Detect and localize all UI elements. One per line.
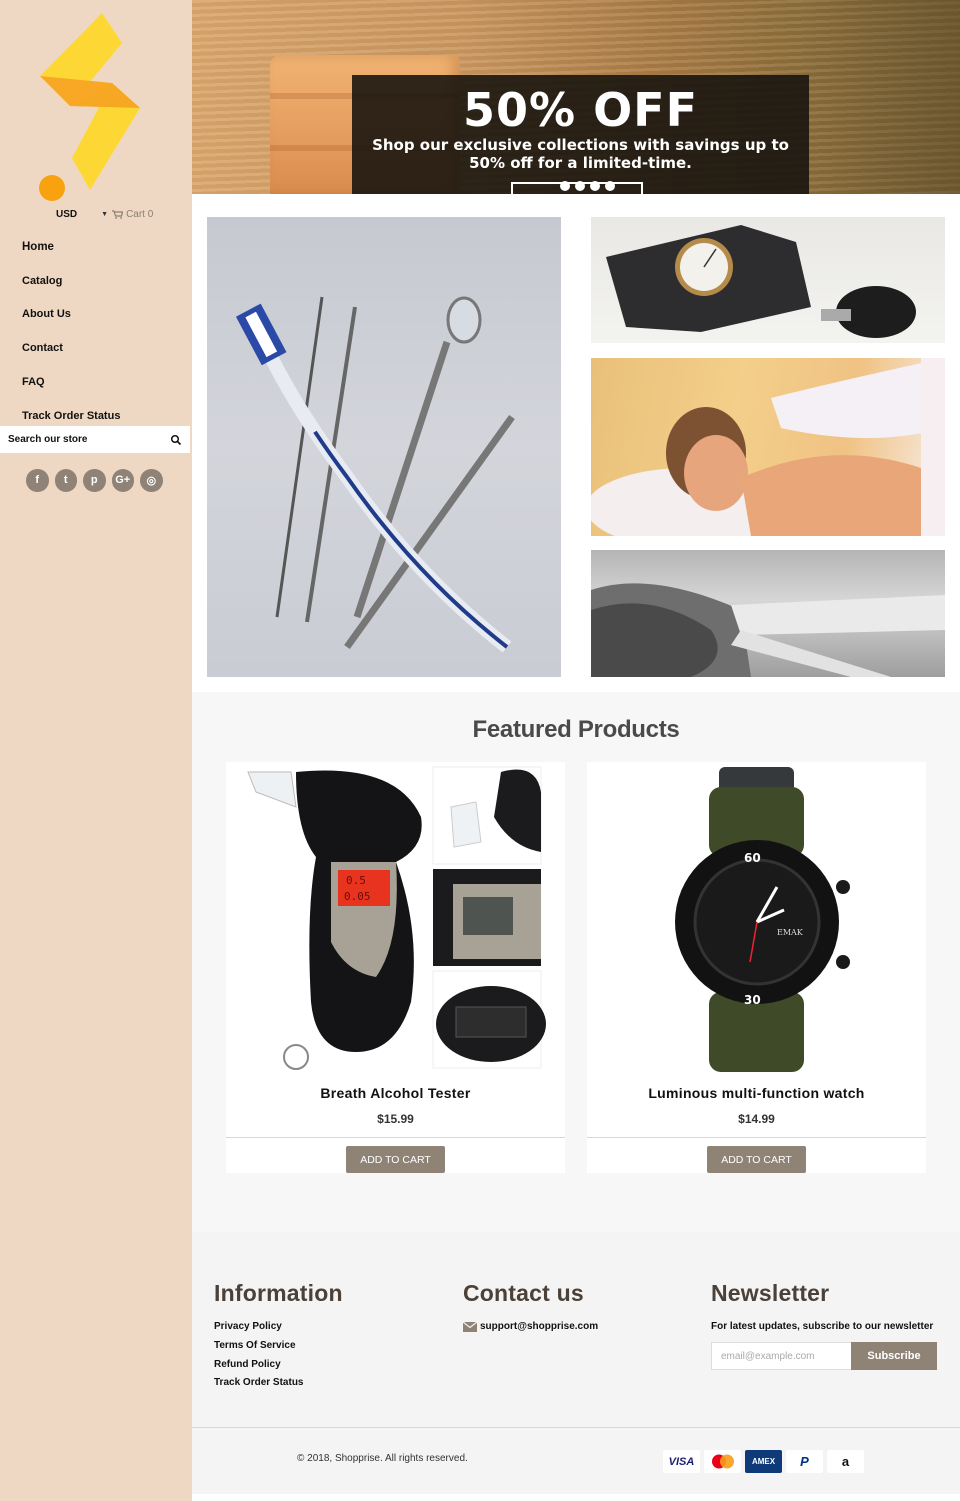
nav-item-faq[interactable]: FAQ (22, 365, 120, 399)
massage-image (591, 358, 945, 536)
envelope-icon (463, 1321, 477, 1332)
footer-heading: Contact us (463, 1280, 584, 1306)
promo-headline: 50% OFF (462, 83, 699, 137)
social-links: f t p G+ ◎ (26, 469, 163, 492)
collage-tile-dental[interactable] (207, 217, 561, 677)
main-nav: Home Catalog About Us Contact FAQ Track … (22, 230, 120, 433)
featured-products: Featured Products 0.5 0.05 Breath Alcoho… (192, 692, 960, 1232)
nav-item-catalog[interactable]: Catalog (22, 264, 120, 298)
amex-icon: AMEX (745, 1450, 782, 1473)
section-title: Featured Products (472, 716, 680, 743)
divider (226, 1137, 565, 1138)
search-input[interactable] (8, 434, 170, 445)
hero-banner[interactable]: 50% OFF Shop our exclusive collections w… (192, 0, 960, 194)
nav-item-home[interactable]: Home (22, 230, 120, 264)
product-price: $15.99 (377, 1112, 414, 1126)
nav-item-about-us[interactable]: About Us (22, 298, 120, 332)
hero-shadow (800, 0, 960, 194)
currency-selector[interactable]: USD (56, 209, 77, 220)
product-image-breathalyzer[interactable]: 0.5 0.05 (226, 762, 565, 1074)
footer-bottom-bar: © 2018, Shopprise. All rights reserved. … (192, 1428, 960, 1494)
product-title[interactable]: Luminous multi-function watch (587, 1085, 926, 1101)
footer-heading: Newsletter (711, 1280, 830, 1306)
add-to-cart-button[interactable]: ADD TO CART (346, 1146, 445, 1173)
product-card: 0.5 0.05 Breath Alcohol Tester $15.99 AD… (226, 762, 565, 1173)
cart-count: Cart 0 (126, 209, 154, 220)
newsletter-form: Subscribe (711, 1342, 937, 1370)
dental-tools-image (235, 296, 515, 653)
amazon-pay-icon: a (827, 1450, 864, 1473)
search-bar (0, 426, 190, 453)
mastercard-icon (704, 1450, 741, 1473)
svg-text:30: 30 (744, 993, 761, 1007)
cart-link[interactable]: Cart 0 (112, 209, 153, 220)
store-logo-icon (39, 13, 140, 201)
slider-dot[interactable] (605, 181, 615, 191)
footer-heading: Information (214, 1280, 343, 1306)
instagram-icon[interactable]: ◎ (140, 469, 163, 492)
slider-dot[interactable] (575, 181, 585, 191)
copyright: © 2018, Shopprise. All rights reserved. (297, 1453, 468, 1464)
slider-dot[interactable] (560, 181, 570, 191)
footer-contact: Contact us support@shopprise.com (463, 1280, 598, 1332)
google-plus-icon[interactable]: G+ (111, 469, 134, 492)
product-card: 60 30 EMAK Luminous multi-function watch… (587, 762, 926, 1173)
cart-icon (112, 210, 124, 219)
collage-tile-blood-pressure[interactable] (591, 217, 945, 343)
currency-cart-row: USD ▼ Cart 0 (56, 209, 153, 220)
footer-link-privacy[interactable]: Privacy Policy (214, 1321, 343, 1340)
watch-image: 60 30 EMAK (675, 767, 850, 1072)
footer: Information Privacy Policy Terms Of Serv… (192, 1232, 960, 1428)
breathalyzer-image: 0.5 0.05 (247, 766, 546, 1070)
paypal-icon: P (786, 1450, 823, 1473)
search-icon[interactable] (170, 434, 182, 446)
sidebar: USD ▼ Cart 0 Home Catalog About Us Conta… (0, 0, 192, 1501)
promo-subtext: Shop our exclusive collections with savi… (372, 136, 789, 172)
newsletter-email-input[interactable] (711, 1342, 851, 1370)
product-image-watch[interactable]: 60 30 EMAK (587, 762, 926, 1074)
slider-dot[interactable] (590, 181, 600, 191)
subscribe-button[interactable]: Subscribe (851, 1342, 937, 1370)
collage-tile-massage[interactable] (591, 358, 945, 536)
nav-item-contact[interactable]: Contact (22, 331, 120, 365)
collage-tile-measuring[interactable] (591, 550, 945, 677)
measuring-tape-image (591, 583, 945, 677)
footer-link-refund[interactable]: Refund Policy (214, 1359, 343, 1378)
divider (587, 1137, 926, 1138)
footer-link-terms[interactable]: Terms Of Service (214, 1340, 343, 1359)
visa-icon: VISA (663, 1450, 700, 1473)
support-email-link[interactable]: support@shopprise.com (463, 1321, 598, 1332)
lcd-top: 0.5 (346, 874, 366, 887)
svg-text:60: 60 (744, 851, 761, 865)
twitter-icon[interactable]: t (54, 469, 77, 492)
footer-link-track-order[interactable]: Track Order Status (214, 1377, 343, 1396)
add-to-cart-button[interactable]: ADD TO CART (707, 1146, 806, 1173)
collection-collage (192, 194, 960, 692)
watch-brand: EMAK (777, 928, 804, 937)
product-title[interactable]: Breath Alcohol Tester (226, 1085, 565, 1101)
promo-box: 50% OFF Shop our exclusive collections w… (352, 75, 809, 194)
chevron-down-icon[interactable]: ▼ (101, 211, 108, 218)
payment-icons: VISA AMEX P a (663, 1450, 864, 1473)
footer-information: Information Privacy Policy Terms Of Serv… (214, 1280, 343, 1396)
pinterest-icon[interactable]: p (83, 469, 106, 492)
facebook-icon[interactable]: f (26, 469, 49, 492)
product-price: $14.99 (738, 1112, 775, 1126)
support-email: support@shopprise.com (480, 1321, 599, 1332)
footer-newsletter: Newsletter For latest updates, subscribe… (711, 1280, 937, 1370)
blood-pressure-monitor-image (606, 225, 916, 338)
newsletter-text: For latest updates, subscribe to our new… (711, 1321, 934, 1332)
slider-dots (560, 181, 615, 191)
lcd-bottom: 0.05 (344, 890, 371, 903)
